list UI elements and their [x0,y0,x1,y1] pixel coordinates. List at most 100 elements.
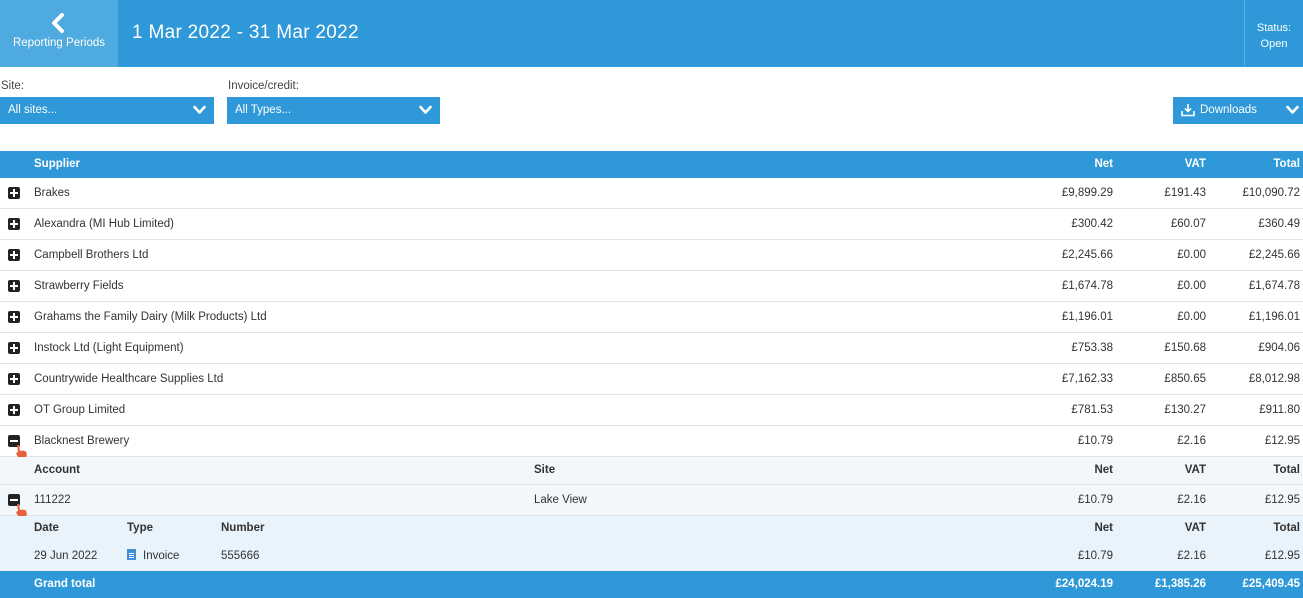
chevron-down-icon [419,105,432,114]
chevron-left-icon [52,13,64,33]
expand-plus-icon[interactable] [8,311,20,323]
grand-total-vat: £1,385.26 [1154,578,1206,590]
col-vat[interactable]: VAT [1185,151,1206,178]
back-button-label: Reporting Periods [12,37,106,49]
invoice-type-label: Invoice [143,550,180,562]
expand-plus-icon[interactable] [8,404,20,416]
grand-total-row: Grand total £24,024.19 £1,385.26 £25,409… [0,571,1303,598]
chevron-down-icon [1286,105,1299,114]
table-header: Supplier Net VAT Total [0,151,1303,178]
supplier-name: Campbell Brothers Ltd [34,249,149,261]
net-value: £1,196.01 [1061,311,1113,323]
expand-plus-icon[interactable] [8,218,20,230]
type-filter-label: Invoice/credit: [228,80,299,92]
account-number: 111222 [34,494,71,506]
expand-plus-icon[interactable] [8,342,20,354]
col-supplier[interactable]: Supplier [34,151,80,178]
total-value: £2,245.66 [1248,249,1300,261]
table-row: Brakes £9,899.29 £191.43 £10,090.72 [0,178,1303,209]
account-row: 111222 Lake View £10.79 £2.16 £12.95 [0,485,1303,518]
col-net: Net [1094,464,1113,476]
total-value: £12.95 [1264,435,1300,447]
col-total[interactable]: Total [1273,151,1300,178]
expand-plus-icon[interactable] [8,373,20,385]
type-select[interactable]: All Types... [227,97,440,124]
download-icon [1181,104,1195,117]
vat-value: £0.00 [1177,249,1206,261]
grand-total-total: £25,409.45 [1242,578,1300,590]
col-date: Date [34,522,59,534]
table-row: Strawberry Fields £1,674.78 £0.00 £1,674… [0,271,1303,302]
col-total: Total [1273,464,1300,476]
supplier-name: Brakes [34,187,70,199]
supplier-name: Blacknest Brewery [34,435,130,447]
vat-value: £2.16 [1177,435,1206,447]
expand-plus-icon[interactable] [8,280,20,292]
total-value: £904.06 [1258,342,1300,354]
col-site: Site [534,464,556,476]
net-value: £781.53 [1071,404,1113,416]
supplier-table: Supplier Net VAT Total Brakes £9,899.29 … [0,151,1303,598]
vat-value: £850.65 [1164,373,1206,385]
supplier-name: Grahams the Family Dairy (Milk Products)… [34,311,267,323]
table-row: OT Group Limited £781.53 £130.27 £911.80 [0,395,1303,426]
page-title: 1 Mar 2022 - 31 Mar 2022 [132,22,359,43]
supplier-name: Alexandra (MI Hub Limited) [34,218,174,230]
account-header-row: Account Site Net VAT Total [0,457,1303,485]
supplier-name: OT Group Limited [34,404,126,416]
total-value: £8,012.98 [1248,373,1300,385]
table-row: Campbell Brothers Ltd £2,245.66 £0.00 £2… [0,240,1303,271]
vat-value: £0.00 [1177,311,1206,323]
expand-plus-icon[interactable] [8,249,20,261]
table-row: Alexandra (MI Hub Limited) £300.42 £60.0… [0,209,1303,240]
status-value: Open [1260,38,1288,50]
vat-value: £150.68 [1164,342,1206,354]
net-value: £7,162.33 [1061,373,1113,385]
table-row-expanded: Blacknest Brewery £10.79 £2.16 £12.95 [0,426,1303,459]
vat-value: £0.00 [1177,280,1206,292]
total-value: £12.95 [1264,494,1300,506]
reporting-periods-back-button[interactable]: Reporting Periods [0,0,118,67]
header-bar: Reporting Periods 1 Mar 2022 - 31 Mar 20… [0,0,1303,67]
type-select-value: All Types... [235,104,292,116]
invoice-type[interactable]: Invoice [127,541,179,571]
net-value: £10.79 [1077,435,1113,447]
net-value: £1,674.78 [1061,280,1113,292]
grand-total-net: £24,024.19 [1055,578,1113,590]
total-value: £1,196.01 [1248,311,1300,323]
col-total: Total [1273,522,1300,534]
status-label: Status: [1256,22,1292,34]
document-icon [127,549,136,560]
col-account: Account [34,464,80,476]
supplier-name: Strawberry Fields [34,280,124,292]
col-net[interactable]: Net [1094,151,1113,178]
downloads-button[interactable]: Downloads [1173,97,1303,124]
vat-value: £191.43 [1164,187,1206,199]
table-row: Countrywide Healthcare Supplies Ltd £7,1… [0,364,1303,395]
col-number: Number [221,522,265,534]
col-vat: VAT [1184,464,1206,476]
expand-plus-icon[interactable] [8,187,20,199]
supplier-name: Countrywide Healthcare Supplies Ltd [34,373,224,385]
col-vat: VAT [1184,522,1206,534]
vat-value: £2.16 [1177,494,1206,506]
status-panel: Status: Open [1244,0,1303,67]
net-value: £300.42 [1071,218,1113,230]
account-site: Lake View [534,494,587,506]
total-value: £360.49 [1258,218,1300,230]
col-type: Type [127,522,153,534]
total-value: £10,090.72 [1242,187,1300,199]
net-value: £753.38 [1071,342,1113,354]
table-row: Grahams the Family Dairy (Milk Products)… [0,302,1303,333]
grand-total-label: Grand total [34,578,96,590]
net-value: £10.79 [1077,494,1113,506]
site-select[interactable]: All sites... [0,97,214,124]
col-net: Net [1094,522,1113,534]
supplier-name: Instock Ltd (Light Equipment) [34,342,184,354]
invoice-date: 29 Jun 2022 [34,550,98,562]
total-value: £1,674.78 [1248,280,1300,292]
invoice-row[interactable]: 29 Jun 2022 Invoice 555666 £10.79 £2.16 … [0,541,1303,571]
net-value: £2,245.66 [1061,249,1113,261]
downloads-label: Downloads [1200,104,1257,116]
vat-value: £60.07 [1170,218,1206,230]
